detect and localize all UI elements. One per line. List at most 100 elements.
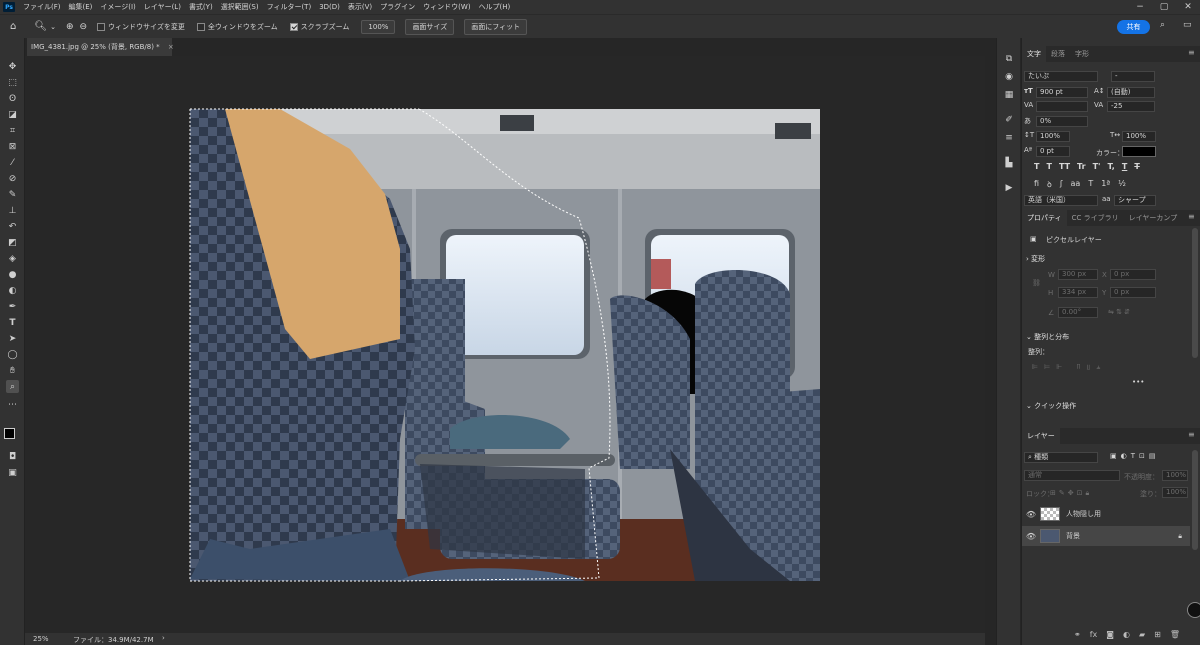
superscript-button[interactable]: T' (1093, 162, 1101, 171)
ellipse-tool-icon[interactable]: ◯ (6, 348, 19, 361)
brush-panel-icon[interactable]: ✐ (1002, 113, 1016, 127)
tab-layers[interactable]: レイヤー (1022, 428, 1060, 444)
layers-menu-icon[interactable]: ≡ (1188, 430, 1195, 439)
tab-cc-libraries[interactable]: CC ライブラリ (1067, 210, 1124, 226)
zoom-in-icon[interactable]: ⊕ (66, 22, 74, 32)
ligature-icon[interactable]: fi (1034, 179, 1039, 190)
home-icon[interactable]: ⌂ (10, 21, 16, 32)
swatches-panel-icon[interactable]: ▦ (1002, 88, 1016, 102)
tab-paragraph[interactable]: 段落 (1046, 46, 1070, 62)
leading-field[interactable]: (自動) (1107, 87, 1155, 98)
discretionary-icon[interactable]: ꝺ (1047, 179, 1052, 190)
height-field[interactable]: 334 px (1058, 287, 1098, 298)
libraries-panel-icon[interactable]: ▙ (1002, 156, 1016, 170)
marquee-tool-icon[interactable]: ⬚ (6, 76, 19, 89)
flip-icons[interactable]: ⇋ ⇅ ⇵ (1108, 308, 1130, 316)
strikethrough-button[interactable]: T (1134, 162, 1139, 171)
layer-row[interactable]: 👁︎ 人物隠し用 (1022, 504, 1190, 524)
crop-tool-icon[interactable]: ⌗ (6, 124, 19, 137)
blur-tool-icon[interactable]: ● (6, 268, 19, 281)
photoshop-logo[interactable]: Ps (3, 2, 15, 12)
move-tool-icon[interactable]: ✥ (6, 60, 19, 73)
close-icon[interactable]: ✕ (1176, 0, 1200, 14)
eye-icon[interactable]: 👁︎ (1022, 532, 1040, 541)
hand-tool-icon[interactable]: ✋︎ (6, 364, 19, 377)
all-caps-button[interactable]: TT (1059, 162, 1070, 171)
delete-layer-icon[interactable]: 🗑︎ (1170, 630, 1180, 639)
screen-mode-icon[interactable]: ▣ (6, 466, 19, 479)
vertical-scale-field[interactable]: 100% (1036, 131, 1070, 142)
baseline-shift-field[interactable]: 0 pt (1036, 146, 1070, 157)
share-button[interactable]: 共有 (1117, 20, 1150, 34)
antialias-select[interactable]: シャープ (1114, 195, 1156, 206)
zoom-tool-icon[interactable]: ⌕ (6, 380, 19, 393)
font-style-select[interactable]: - (1111, 71, 1155, 82)
adjustments-panel-icon[interactable]: ≡ (1002, 131, 1016, 145)
angle-field[interactable]: 0.00° (1058, 307, 1098, 318)
quick-mask-icon[interactable]: ◘ (6, 450, 19, 463)
layer-row-selected[interactable]: 👁︎ 背景 🔒︎ (1022, 526, 1190, 546)
brush-tool-icon[interactable]: ✎ (6, 188, 19, 201)
width-field[interactable]: 300 px (1058, 269, 1098, 280)
lock-icons[interactable]: ⊞✎✥⊡🔒︎ (1050, 489, 1092, 498)
y-field[interactable]: 0 px (1110, 287, 1156, 298)
menu-filter[interactable]: フィルター(T) (263, 2, 316, 12)
chevron-down-icon[interactable]: ⌄ (50, 23, 56, 31)
tab-properties[interactable]: プロパティ (1022, 210, 1067, 226)
faux-italic-button[interactable]: T (1046, 162, 1051, 171)
menu-window[interactable]: ウィンドウ(W) (419, 2, 474, 12)
text-color-swatch[interactable] (1122, 146, 1156, 157)
zoom-all-option[interactable]: 全ウィンドウをズーム (196, 22, 278, 32)
scrubby-zoom-checkbox[interactable] (289, 22, 298, 31)
tsume-field[interactable]: 0% (1036, 116, 1088, 127)
type-tool-icon[interactable]: T (6, 316, 19, 329)
actions-panel-icon[interactable]: ▶ (1002, 181, 1016, 195)
zoom-percent-field[interactable]: 100% (361, 19, 396, 34)
ordinal-icon[interactable]: 1ª (1101, 179, 1110, 190)
language-select[interactable]: 英語（米国） (1024, 195, 1098, 206)
menu-view[interactable]: 表示(V) (344, 2, 376, 12)
more-options-icon[interactable]: ••• (1132, 378, 1144, 386)
quick-actions-section-title[interactable]: ⌄ クイック操作 (1026, 401, 1076, 411)
menu-help[interactable]: ヘルプ(H) (475, 2, 515, 12)
collapse-handle-icon[interactable] (1187, 602, 1200, 618)
stylistic-icon[interactable]: aa (1071, 179, 1081, 190)
workspace-icon[interactable]: ▭ (1183, 20, 1192, 30)
layer-filter-select[interactable]: ⌕ 種類 (1024, 452, 1098, 463)
add-mask-icon[interactable]: ◙ (1106, 630, 1114, 639)
clone-stamp-tool-icon[interactable]: ⊥ (6, 204, 19, 217)
eyedropper-tool-icon[interactable]: ⁄ (6, 156, 19, 169)
file-size-info[interactable]: ファイル：34.9M/42.7M (73, 635, 154, 645)
x-field[interactable]: 0 px (1110, 269, 1156, 280)
tab-layer-comps[interactable]: レイヤーカンプ (1124, 210, 1183, 226)
color-panel-icon[interactable]: ◉ (1002, 70, 1016, 84)
frame-tool-icon[interactable]: ⊠ (6, 140, 19, 153)
eraser-tool-icon[interactable]: ◩ (6, 236, 19, 249)
fit-screen-button[interactable]: 画面にフィット (464, 18, 528, 35)
subscript-button[interactable]: T, (1107, 162, 1114, 171)
close-tab-icon[interactable]: × (168, 43, 174, 51)
layer-filter-icons[interactable]: ▣◐T⊡▤ (1110, 452, 1159, 460)
fill-field[interactable]: 100% (1162, 487, 1188, 498)
menu-3d[interactable]: 3D(D) (315, 3, 344, 11)
align-buttons-icon[interactable]: ⊫⊨⊩ ⫪⫫⫨ (1032, 363, 1106, 372)
menu-plugins[interactable]: プラグイン (376, 2, 419, 12)
more-tools-icon[interactable]: ⋯ (6, 398, 19, 411)
pen-tool-icon[interactable]: ✒ (6, 300, 19, 313)
zoom-all-checkbox[interactable] (196, 22, 205, 31)
kerning-field[interactable] (1036, 101, 1088, 112)
history-brush-tool-icon[interactable]: ↶ (6, 220, 19, 233)
history-panel-icon[interactable]: ⧉ (1002, 52, 1016, 66)
resize-windows-checkbox[interactable] (97, 22, 106, 31)
panel-menu-icon[interactable]: ≡ (1188, 48, 1195, 57)
font-family-select[interactable]: たいぷ (1024, 71, 1098, 82)
horizontal-scale-field[interactable]: 100% (1122, 131, 1156, 142)
zoom-level[interactable]: 25% (33, 635, 49, 643)
fx-icon[interactable]: fx (1090, 630, 1098, 639)
lasso-tool-icon[interactable]: ʘ (6, 92, 19, 105)
swash-icon[interactable]: ʃ (1060, 179, 1063, 190)
minimize-icon[interactable]: − (1128, 0, 1152, 14)
layers-scrollbar[interactable] (1192, 450, 1198, 550)
chevron-right-icon[interactable]: › (162, 634, 165, 642)
maximize-icon[interactable]: ▢ (1152, 0, 1176, 14)
